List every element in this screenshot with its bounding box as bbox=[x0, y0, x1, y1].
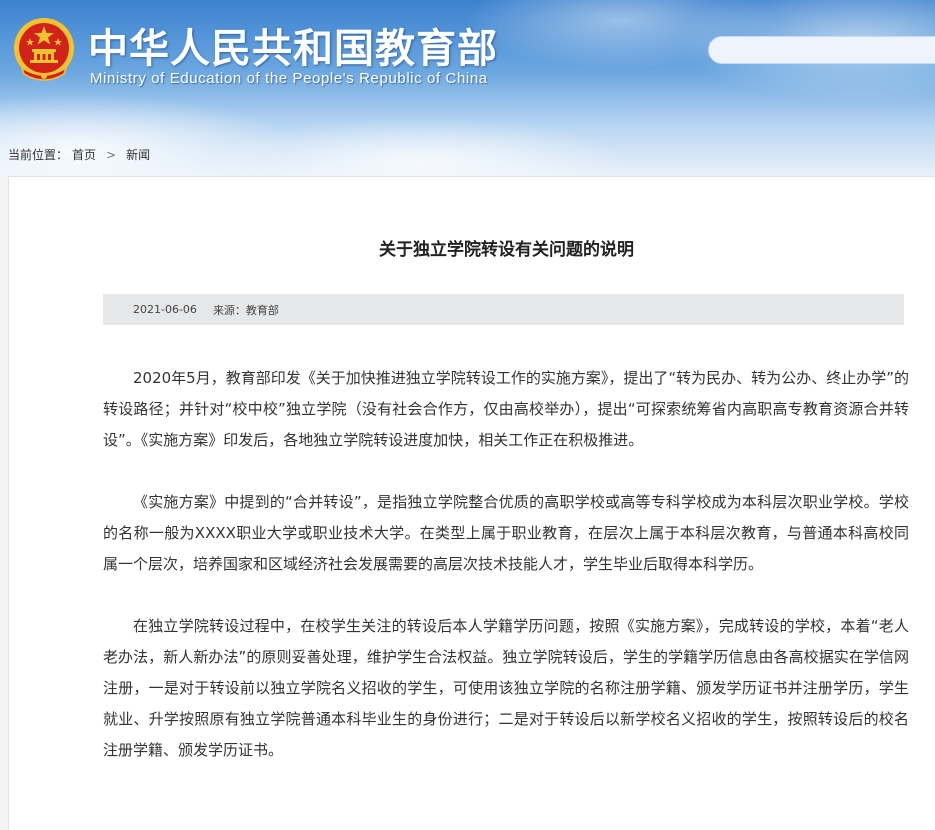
article-meta-bar: 2021-06-06 来源：教育部 bbox=[103, 294, 904, 325]
search-input[interactable] bbox=[708, 36, 935, 64]
article-date: 2021-06-06 bbox=[133, 303, 197, 316]
breadcrumb-label: 当前位置： bbox=[8, 148, 69, 162]
article-title: 关于独立学院转设有关问题的说明 bbox=[379, 240, 634, 260]
chevron-right-icon: > bbox=[106, 147, 117, 162]
article-paragraph-2: 《实施方案》中提到的“合并转设”，是指独立学院整合优质的高职学校或高等专科学校成… bbox=[103, 493, 909, 573]
national-emblem-icon[interactable] bbox=[12, 16, 76, 84]
article-paragraph-3: 在独立学院转设过程中，在校学生关注的转设后本人学籍学历问题，按照《实施方案》，完… bbox=[103, 617, 909, 759]
article-source: 来源：教育部 bbox=[212, 303, 279, 317]
site-title-cn[interactable]: 中华人民共和国教育部 bbox=[88, 16, 498, 74]
article-paragraph-1: 2020年5月，教育部印发《关于加快推进独立学院转设工作的实施方案》，提出了“转… bbox=[103, 369, 909, 449]
article-card: 关于独立学院转设有关问题的说明 2021-06-06 来源：教育部 2020年5… bbox=[8, 176, 935, 830]
page: 中华人民共和国教育部 Ministry of Education of the … bbox=[0, 0, 935, 830]
breadcrumb-home-link[interactable]: 首页 bbox=[72, 146, 96, 163]
article-body: 2020年5月，教育部印发《关于加快推进独立学院转设工作的实施方案》，提出了“转… bbox=[103, 363, 909, 797]
breadcrumb: 当前位置： 首页 > 新闻 bbox=[8, 146, 150, 163]
site-title-en[interactable]: Ministry of Education of the People's Re… bbox=[90, 70, 488, 87]
breadcrumb-news-link[interactable]: 新闻 bbox=[126, 146, 150, 163]
site-header: 中华人民共和国教育部 Ministry of Education of the … bbox=[0, 0, 935, 176]
